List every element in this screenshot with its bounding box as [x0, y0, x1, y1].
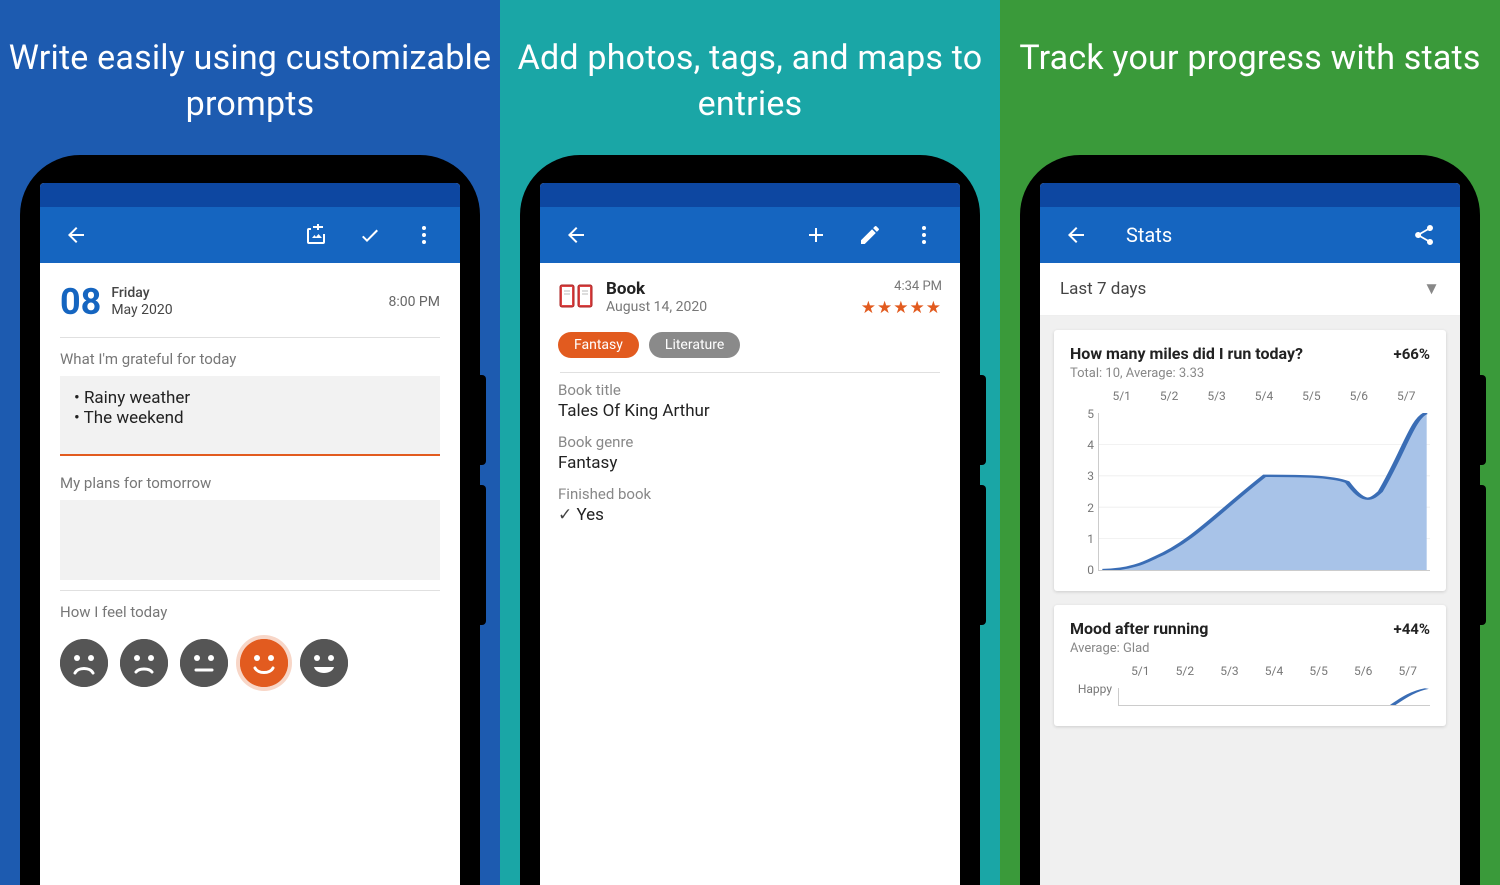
- field-label: Book genre: [558, 433, 942, 451]
- mood-option-sad[interactable]: [120, 639, 168, 687]
- field-label: Book title: [558, 381, 942, 399]
- edit-button[interactable]: [856, 221, 884, 249]
- prompt-label: How I feel today: [40, 591, 460, 629]
- tag-chip[interactable]: Fantasy: [558, 332, 639, 358]
- phone-frame: Stats Last 7 days ▼ How many miles did I…: [1020, 155, 1480, 885]
- mood-option-neutral[interactable]: [180, 639, 228, 687]
- panel-caption: Track your progress with stats: [1019, 36, 1480, 82]
- panel-caption: Add photos, tags, and maps to entries: [500, 36, 1000, 128]
- dropdown-arrow-icon: ▼: [1423, 279, 1440, 299]
- book-icon: [558, 279, 594, 315]
- mood-chart: Happy: [1070, 682, 1430, 712]
- promo-panel-2: Add photos, tags, and maps to entries Bo…: [500, 0, 1000, 885]
- field-value: Yes: [558, 505, 942, 525]
- field-label: Finished book: [558, 485, 942, 503]
- mood-option-very-sad[interactable]: [60, 639, 108, 687]
- field-value: Fantasy: [558, 453, 942, 473]
- entry-time: 4:34 PM: [861, 279, 942, 294]
- confirm-button[interactable]: [356, 221, 384, 249]
- rating-stars[interactable]: ★★★★★: [861, 298, 942, 318]
- card-subtitle: Total: 10, Average: 3.33: [1070, 366, 1430, 381]
- tag-chip[interactable]: Literature: [649, 332, 740, 358]
- tags-row: Fantasy Literature: [540, 328, 960, 372]
- chart-x-labels: 5/15/25/35/45/55/65/7: [1070, 389, 1430, 403]
- range-value: Last 7 days: [1060, 279, 1146, 299]
- prompt-input-plans[interactable]: [60, 500, 440, 580]
- phone-frame: Book August 14, 2020 4:34 PM ★★★★★ Fanta…: [520, 155, 980, 885]
- card-title: How many miles did I run today?: [1070, 344, 1303, 363]
- mood-option-very-happy[interactable]: [300, 639, 348, 687]
- month-year: May 2020: [111, 302, 172, 320]
- overflow-menu-button[interactable]: [410, 221, 438, 249]
- prompt-input-grateful[interactable]: • Rainy weather • The weekend: [60, 376, 440, 456]
- entry-date: August 14, 2020: [606, 299, 707, 315]
- status-bar: [1040, 183, 1460, 207]
- entry-time: 8:00 PM: [388, 294, 440, 310]
- stats-card-mood[interactable]: Mood after running +44% Average: Glad 5/…: [1054, 605, 1446, 726]
- prompt-label: What I'm grateful for today: [40, 338, 460, 376]
- app-bar: [540, 207, 960, 263]
- promo-panel-3: Track your progress with stats Stats Las…: [1000, 0, 1500, 885]
- share-button[interactable]: [1410, 221, 1438, 249]
- entry-title: Book: [606, 279, 707, 299]
- page-title: Stats: [1126, 223, 1392, 247]
- area-chart: 543210: [1070, 407, 1430, 577]
- range-dropdown[interactable]: Last 7 days ▼: [1040, 263, 1460, 316]
- chart-x-labels: 5/15/25/35/45/55/65/7: [1070, 664, 1430, 678]
- add-button[interactable]: [802, 221, 830, 249]
- day-number: 08: [60, 281, 101, 323]
- card-title: Mood after running: [1070, 619, 1208, 638]
- mood-option-happy[interactable]: [240, 639, 288, 687]
- stats-card-miles[interactable]: How many miles did I run today? +66% Tot…: [1054, 330, 1446, 591]
- date-header[interactable]: 08 Friday May 2020 8:00 PM: [40, 263, 460, 337]
- back-button[interactable]: [562, 221, 590, 249]
- app-bar: [40, 207, 460, 263]
- back-button[interactable]: [1062, 221, 1090, 249]
- day-of-week: Friday: [111, 285, 172, 303]
- status-bar: [540, 183, 960, 207]
- phone-frame: 08 Friday May 2020 8:00 PM What I'm grat…: [20, 155, 480, 885]
- status-bar: [40, 183, 460, 207]
- promo-panel-1: Write easily using customizable prompts …: [0, 0, 500, 885]
- mood-selector: [40, 629, 460, 697]
- add-image-button[interactable]: [302, 221, 330, 249]
- overflow-menu-button[interactable]: [910, 221, 938, 249]
- card-subtitle: Average: Glad: [1070, 641, 1430, 656]
- back-button[interactable]: [62, 221, 90, 249]
- app-bar: Stats: [1040, 207, 1460, 263]
- card-percent: +66%: [1394, 345, 1430, 363]
- field-value: Tales Of King Arthur: [558, 401, 942, 421]
- card-percent: +44%: [1394, 620, 1430, 638]
- prompt-label: My plans for tomorrow: [40, 462, 460, 500]
- panel-caption: Write easily using customizable prompts: [0, 36, 500, 128]
